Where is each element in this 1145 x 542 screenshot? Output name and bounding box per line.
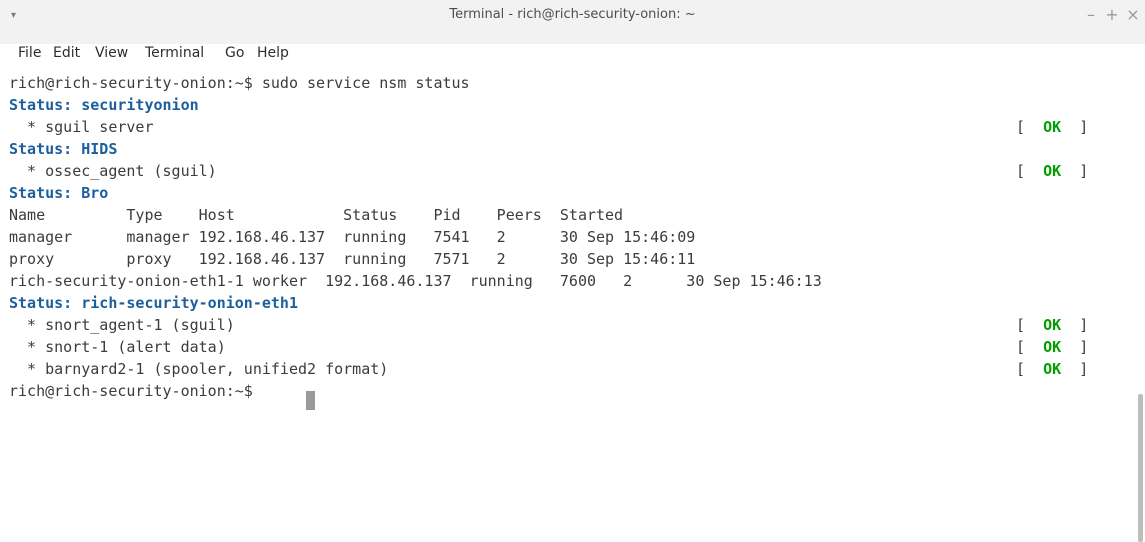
maximize-icon[interactable]: +: [1103, 4, 1121, 26]
service-ossec-agent: * ossec_agent (sguil): [9, 162, 217, 180]
text-cursor: [306, 391, 315, 410]
ok-badge: [ OK ]: [1016, 162, 1089, 180]
prompt-line: rich@rich-security-onion:~$: [9, 382, 262, 400]
status-header-hids: Status: HIDS: [9, 140, 118, 158]
minimize-icon[interactable]: –: [1082, 4, 1100, 26]
window-title: Terminal - rich@rich-security-onion: ~: [449, 7, 696, 22]
title-bar[interactable]: ▾ Terminal - rich@rich-security-onion: ~…: [0, 0, 1145, 44]
ok-badge: [ OK ]: [1016, 360, 1089, 378]
bro-row-manager: manager manager 192.168.46.137 running 7…: [9, 228, 696, 246]
menu-go[interactable]: Go: [225, 45, 244, 61]
menu-help[interactable]: Help: [257, 45, 289, 61]
bro-table-header: Name Type Host Status Pid Peers Started: [9, 206, 624, 224]
service-snort-agent: * snort_agent-1 (sguil): [9, 316, 235, 334]
terminal-output[interactable]: rich@rich-security-onion:~$ sudo service…: [0, 68, 1145, 542]
service-snort: * snort-1 (alert data): [9, 338, 226, 356]
status-header-bro: Status: Bro: [9, 184, 109, 202]
menu-edit[interactable]: Edit: [53, 45, 80, 61]
ok-badge: [ OK ]: [1016, 338, 1089, 356]
scrollbar[interactable]: [1138, 394, 1143, 542]
service-barnyard: * barnyard2-1 (spooler, unified2 format): [9, 360, 389, 378]
command-line: rich@rich-security-onion:~$ sudo service…: [9, 74, 470, 92]
status-header-securityonion: Status: securityonion: [9, 96, 199, 114]
bro-row-proxy: proxy proxy 192.168.46.137 running 7571 …: [9, 250, 696, 268]
ok-badge: [ OK ]: [1016, 118, 1089, 136]
menu-file[interactable]: File: [18, 45, 41, 61]
ok-badge: [ OK ]: [1016, 316, 1089, 334]
service-sguil-server: * sguil server: [9, 118, 154, 136]
terminal-window: ▾ Terminal - rich@rich-security-onion: ~…: [0, 0, 1145, 542]
menu-bar: File Edit View Terminal Go Help: [0, 44, 1145, 68]
bro-row-worker: rich-security-onion-eth1-1 worker 192.16…: [9, 272, 822, 290]
menu-view[interactable]: View: [95, 45, 128, 61]
status-header-eth1: Status: rich-security-onion-eth1: [9, 294, 298, 312]
menu-terminal[interactable]: Terminal: [145, 45, 204, 61]
close-icon[interactable]: ×: [1124, 4, 1142, 26]
